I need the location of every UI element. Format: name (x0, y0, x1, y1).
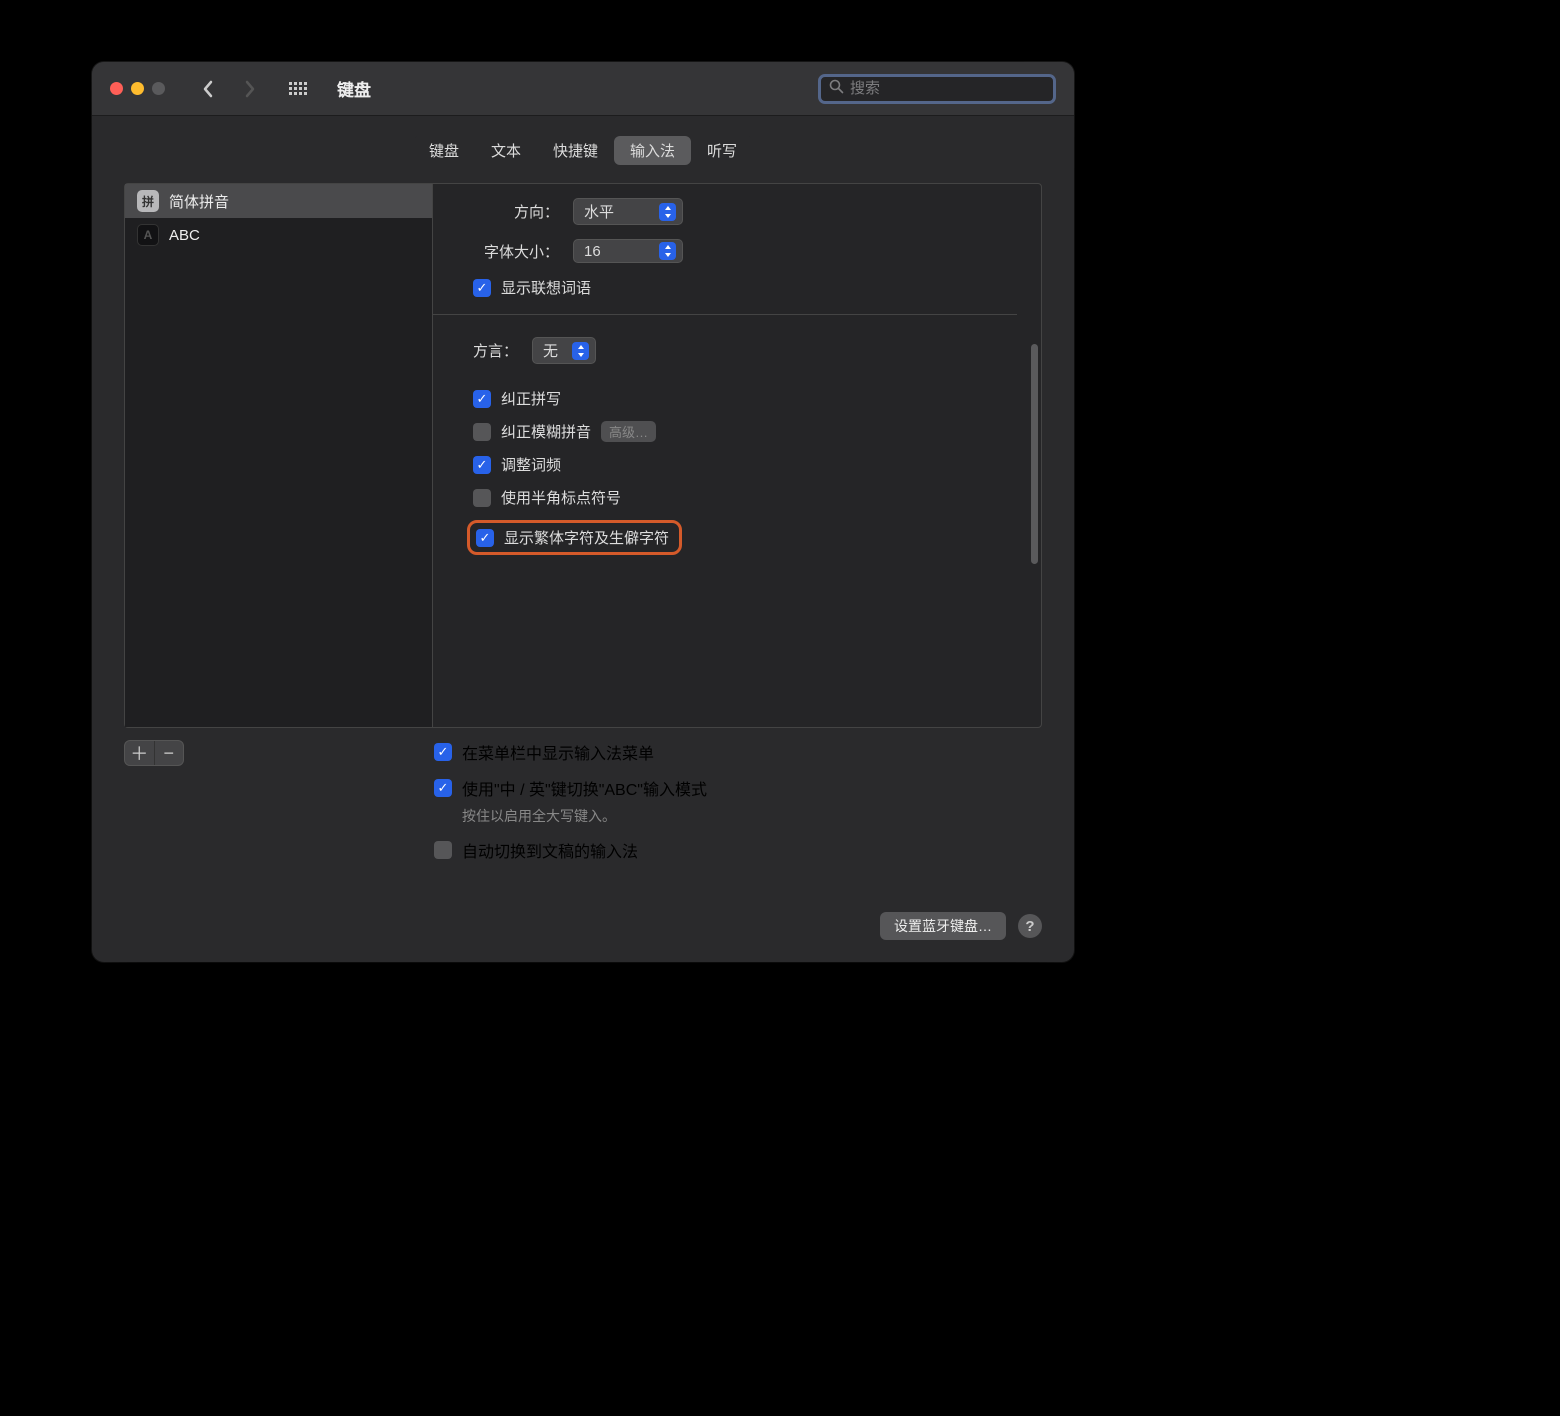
auto-switch-label: 自动切换到文稿的输入法 (462, 838, 638, 862)
divider (433, 314, 1017, 315)
show-suggestions-label: 显示联想词语 (501, 277, 591, 298)
halfwidth-punct-checkbox[interactable] (473, 489, 491, 507)
tab-dictation[interactable]: 听写 (691, 136, 753, 165)
preferences-window: 键盘 键盘 文本 快捷键 输入法 听写 拼 简体拼音 A ABC (92, 62, 1074, 962)
correct-fuzzy-checkbox[interactable] (473, 423, 491, 441)
switch-abc-label: 使用"中 / 英"键切换"ABC"输入模式 (462, 776, 707, 800)
zoom-button[interactable] (152, 82, 165, 95)
add-remove-buttons: ＋ − (124, 740, 184, 766)
input-source-settings: 方向： 水平 字体大小： 16 ✓ 显示联想词语 (433, 184, 1041, 727)
adjust-freq-checkbox[interactable]: ✓ (473, 456, 491, 474)
show-trad-checkbox[interactable]: ✓ (476, 529, 494, 547)
chevron-updown-icon (659, 203, 676, 221)
add-button[interactable]: ＋ (125, 741, 155, 765)
show-trad-label: 显示繁体字符及生僻字符 (504, 527, 669, 548)
window-title: 键盘 (337, 76, 371, 101)
switch-abc-sub: 按住以启用全大写键入。 (462, 806, 1042, 826)
settings-panel: 拼 简体拼音 A ABC 方向： 水平 字体大小： (124, 183, 1042, 728)
auto-switch-checkbox[interactable] (434, 841, 452, 859)
bluetooth-button[interactable]: 设置蓝牙键盘… (880, 912, 1006, 940)
abc-icon: A (137, 224, 159, 246)
help-button[interactable]: ? (1018, 914, 1042, 938)
sidebar-item-pinyin[interactable]: 拼 简体拼音 (125, 184, 432, 218)
footer: 设置蓝牙键盘… ? (92, 894, 1074, 962)
correct-spelling-label: 纠正拼写 (501, 388, 561, 409)
tab-bar: 键盘 文本 快捷键 输入法 听写 (413, 136, 753, 165)
dialect-value: 无 (543, 340, 558, 361)
minimize-button[interactable] (131, 82, 144, 95)
search-input[interactable] (850, 80, 1045, 97)
show-all-icon[interactable] (289, 82, 309, 96)
dialect-label: 方言： (473, 340, 518, 361)
highlight-annotation: ✓ 显示繁体字符及生僻字符 (467, 520, 682, 555)
correct-fuzzy-label: 纠正模糊拼音 (501, 421, 591, 442)
fontsize-select[interactable]: 16 (573, 239, 683, 263)
global-options: ✓ 在菜单栏中显示输入法菜单 ✓ 使用"中 / 英"键切换"ABC"输入模式 按… (434, 740, 1042, 874)
below-panel: ＋ − ✓ 在菜单栏中显示输入法菜单 ✓ 使用"中 / 英"键切换"ABC"输入… (124, 740, 1042, 874)
chevron-updown-icon (659, 242, 676, 260)
adjust-freq-label: 调整词频 (501, 454, 561, 475)
traffic-lights (110, 82, 165, 95)
titlebar: 键盘 (92, 62, 1074, 116)
tab-text[interactable]: 文本 (475, 136, 537, 165)
scrollbar[interactable] (1031, 344, 1038, 564)
advanced-button[interactable]: 高级… (601, 421, 656, 442)
chevron-updown-icon (572, 342, 589, 360)
close-button[interactable] (110, 82, 123, 95)
remove-button[interactable]: − (155, 741, 184, 765)
direction-value: 水平 (584, 201, 614, 222)
halfwidth-punct-label: 使用半角标点符号 (501, 487, 621, 508)
window-body: 键盘 文本 快捷键 输入法 听写 拼 简体拼音 A ABC 方向： (92, 116, 1074, 894)
back-button[interactable] (191, 75, 225, 103)
tab-keyboard[interactable]: 键盘 (413, 136, 475, 165)
sidebar-item-label: 简体拼音 (169, 191, 229, 212)
switch-abc-checkbox[interactable]: ✓ (434, 779, 452, 797)
tab-shortcuts[interactable]: 快捷键 (537, 136, 614, 165)
dialect-select[interactable]: 无 (532, 337, 596, 364)
fontsize-label: 字体大小： (473, 241, 559, 262)
sidebar-item-label: ABC (169, 227, 200, 244)
forward-button[interactable] (233, 75, 267, 103)
sidebar-item-abc[interactable]: A ABC (125, 218, 432, 252)
search-icon (829, 79, 844, 99)
menubar-label: 在菜单栏中显示输入法菜单 (462, 740, 654, 764)
fontsize-value: 16 (584, 243, 601, 260)
search-field[interactable] (818, 74, 1056, 104)
correct-spelling-checkbox[interactable]: ✓ (473, 390, 491, 408)
pinyin-icon: 拼 (137, 190, 159, 212)
direction-label: 方向： (473, 201, 559, 222)
input-source-list: 拼 简体拼音 A ABC (125, 184, 433, 727)
direction-select[interactable]: 水平 (573, 198, 683, 225)
show-suggestions-checkbox[interactable]: ✓ (473, 279, 491, 297)
tab-input-sources[interactable]: 输入法 (614, 136, 691, 165)
menubar-checkbox[interactable]: ✓ (434, 743, 452, 761)
